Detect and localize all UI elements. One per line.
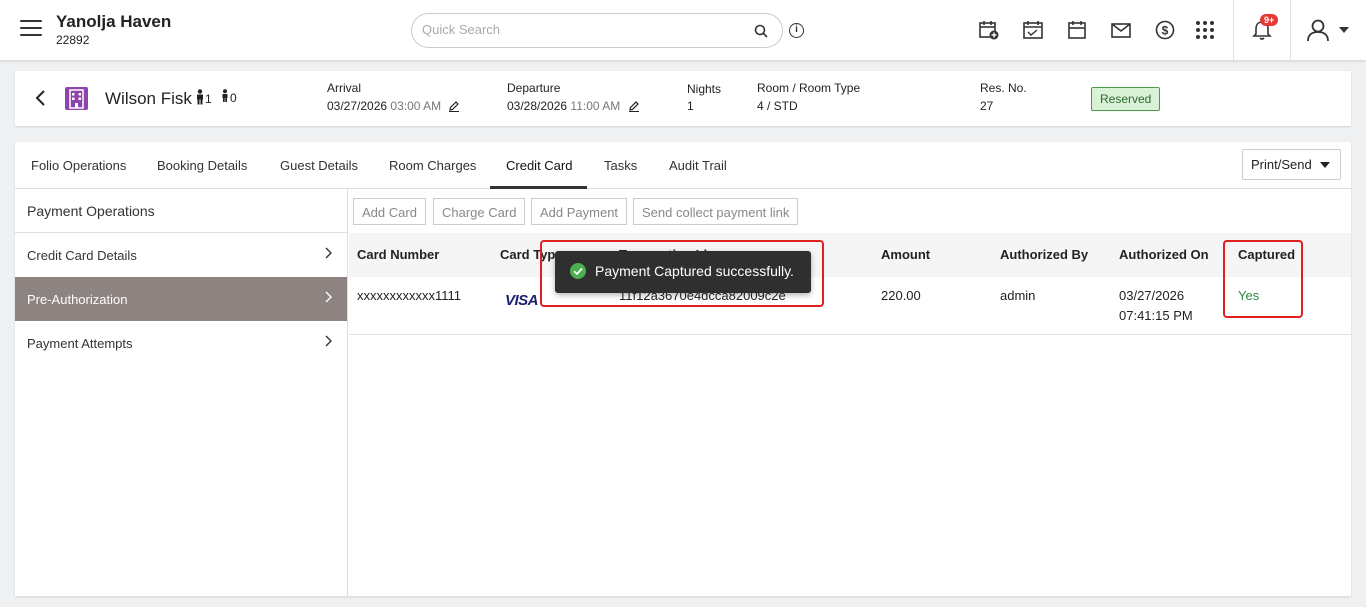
add-card-button[interactable]: Add Card (353, 198, 426, 225)
child-count: 0 (220, 89, 237, 105)
divider (1290, 0, 1291, 60)
edit-departure-icon[interactable] (628, 100, 640, 112)
departure-label: Departure (507, 81, 561, 95)
chevron-right-icon (325, 335, 332, 347)
cell-card-number: xxxxxxxxxxxx1111 (357, 288, 462, 303)
col-card-number: Card Number (357, 247, 440, 262)
menu-header: Payment Operations (15, 189, 347, 233)
notification-badge: 9+ (1260, 14, 1279, 26)
menu-item-payment-attempts[interactable]: Payment Attempts (15, 321, 347, 365)
chevron-down-icon[interactable] (1338, 24, 1350, 36)
tab-tasks[interactable]: Tasks (604, 158, 637, 173)
edit-arrival-icon[interactable] (448, 100, 460, 112)
table-row[interactable]: xxxxxxxxxxxx1111 VISA 11f12a3670e4dcca82… (349, 277, 1351, 335)
cell-authorized-on-date: 03/27/2026 (1119, 288, 1185, 303)
add-payment-button[interactable]: Add Payment (531, 198, 628, 225)
print-send-dropdown[interactable]: Print/Send (1242, 149, 1341, 180)
info-icon[interactable]: i (789, 23, 804, 38)
chevron-right-icon (325, 291, 332, 303)
adult-icon (197, 89, 203, 105)
child-count-value: 0 (230, 91, 237, 105)
send-payment-link-button[interactable]: Send collect payment link (633, 198, 799, 225)
calendar-icon[interactable] (1066, 19, 1088, 41)
dollar-icon[interactable]: $ (1154, 19, 1176, 41)
tab-folio-operations[interactable]: Folio Operations (31, 158, 126, 173)
arrival-label: Arrival (327, 81, 362, 95)
status-badge: Reserved (1091, 87, 1161, 111)
res-no-label: Res. No. (980, 81, 1027, 95)
nights-label: Nights (687, 82, 722, 96)
room-value: 4 / STD (757, 99, 798, 113)
col-authorized-on: Authorized On (1119, 247, 1209, 262)
menu-item-label: Pre-Authorization (27, 292, 128, 307)
cell-authorized-by: admin (1000, 288, 1036, 303)
menu-item-pre-authorization[interactable]: Pre-Authorization (15, 277, 347, 321)
charge-card-button[interactable]: Charge Card (433, 198, 526, 225)
highlight-toast (540, 240, 824, 307)
departure-time: 11:00 AM (570, 99, 621, 113)
apps-grid-icon[interactable] (1194, 19, 1216, 41)
col-amount: Amount (881, 247, 931, 262)
adult-count-value: 1 (205, 92, 212, 106)
child-icon (222, 89, 228, 102)
menu-icon[interactable] (20, 20, 42, 38)
reservation-header: Wilson Fisk 1 0 Arrival 03/27/2026 03:00… (15, 71, 1351, 126)
active-tab-indicator (490, 186, 587, 189)
tab-audit-trail[interactable]: Audit Trail (669, 158, 727, 173)
building-icon (65, 87, 88, 110)
user-avatar-icon[interactable] (1305, 17, 1331, 43)
search-input[interactable] (422, 22, 742, 37)
table-header: Card Number Card Type Transaction Id Amo… (349, 233, 1351, 277)
departure-date: 03/28/2026 (507, 99, 568, 113)
calendar-check-icon[interactable] (1022, 19, 1044, 41)
quick-search (411, 13, 783, 48)
calendar-add-icon[interactable] (978, 19, 1000, 41)
arrival-value: 03/27/2026 03:00 AM (327, 99, 460, 113)
nights-value: 1 (687, 99, 694, 113)
tab-guest-details[interactable]: Guest Details (280, 158, 358, 173)
tab-booking-details[interactable]: Booking Details (157, 158, 247, 173)
divider (1233, 0, 1234, 60)
hotel-code: 22892 (56, 33, 90, 47)
cell-authorized-on-time: 07:41:15 PM (1119, 308, 1193, 323)
arrival-date: 03/27/2026 (327, 99, 388, 113)
menu-item-label: Credit Card Details (27, 248, 137, 263)
tab-bar: Folio Operations Booking Details Guest D… (15, 142, 1351, 189)
col-authorized-by: Authorized By (1000, 247, 1089, 262)
tab-room-charges[interactable]: Room Charges (389, 158, 476, 173)
top-bar: Yanolja Haven 22892 i $ 9+ (0, 0, 1366, 60)
mail-icon[interactable] (1110, 19, 1132, 41)
folio-panel: Folio Operations Booking Details Guest D… (15, 142, 1351, 596)
departure-value: 03/28/2026 11:00 AM (507, 99, 640, 113)
caret-down-icon (1320, 162, 1330, 168)
back-arrow-icon[interactable] (33, 89, 47, 107)
chevron-right-icon (325, 247, 332, 259)
search-icon[interactable] (754, 24, 768, 38)
payment-operations-menu: Payment Operations Credit Card Details P… (15, 189, 348, 596)
arrival-time: 03:00 AM (390, 99, 442, 113)
menu-item-label: Payment Attempts (27, 336, 133, 351)
print-send-label: Print/Send (1251, 157, 1312, 172)
highlight-captured (1223, 240, 1303, 318)
visa-logo: VISA (505, 292, 539, 309)
tab-credit-card[interactable]: Credit Card (506, 158, 572, 173)
hotel-name: Yanolja Haven (56, 12, 172, 31)
cell-amount: 220.00 (881, 288, 921, 303)
svg-text:$: $ (1162, 24, 1169, 38)
adult-count: 1 (195, 89, 212, 106)
guest-name: Wilson Fisk (105, 89, 192, 108)
menu-item-credit-card-details[interactable]: Credit Card Details (15, 233, 347, 277)
res-no-value: 27 (980, 99, 994, 113)
room-label: Room / Room Type (757, 81, 861, 95)
